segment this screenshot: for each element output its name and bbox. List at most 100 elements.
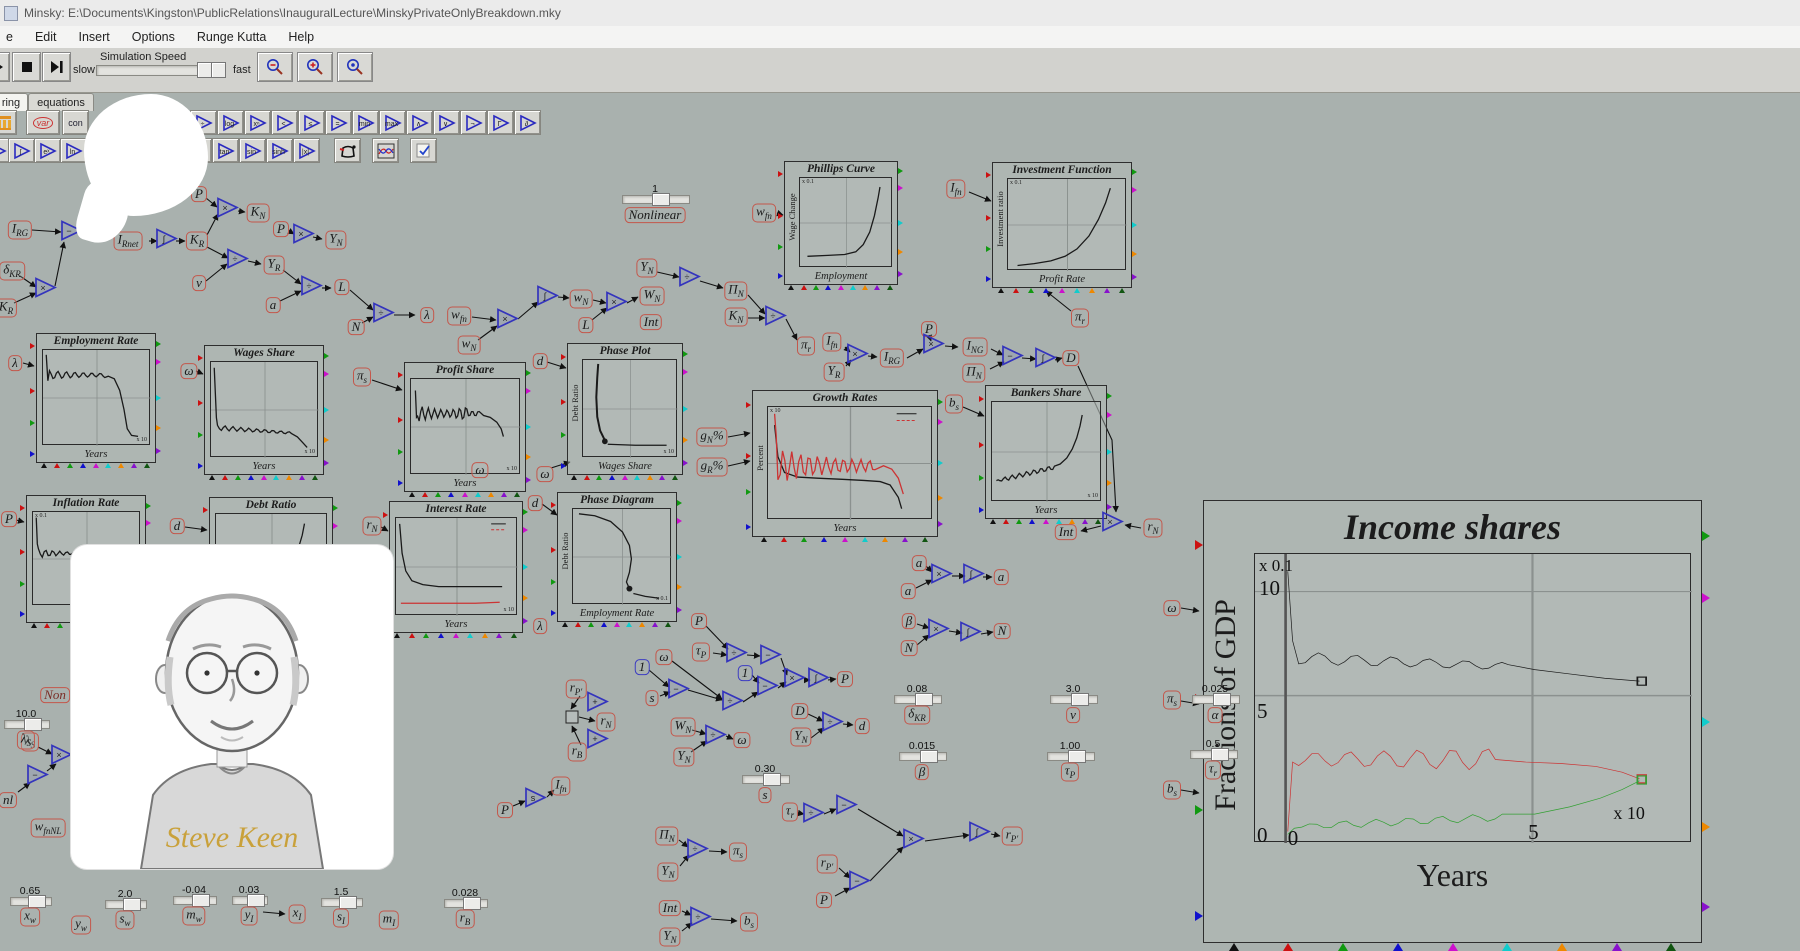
op-node-×[interactable]: × xyxy=(1101,511,1125,538)
op-node-÷[interactable]: ÷ xyxy=(686,838,710,865)
variable-node[interactable]: YN xyxy=(659,927,680,946)
variable-node[interactable]: xI xyxy=(289,904,306,923)
variable-node[interactable]: bs xyxy=(740,912,758,931)
op-button-log[interactable]: log xyxy=(217,110,244,135)
slider-variable-label[interactable]: rB xyxy=(456,909,475,928)
plot-phase-diagram[interactable]: Phase Diagramx 0.1Debt RatioEmployment R… xyxy=(557,492,677,622)
variable-node[interactable]: s xyxy=(645,690,658,706)
op-node-÷[interactable]: ÷ xyxy=(704,724,728,751)
variable-node[interactable]: πs xyxy=(353,367,371,386)
variable-node[interactable]: πr xyxy=(797,336,815,355)
stop-button[interactable] xyxy=(12,52,41,82)
slider-handle[interactable] xyxy=(339,896,357,909)
op-node-÷[interactable]: ÷ xyxy=(300,275,324,302)
op-button-≤[interactable]: ≤ xyxy=(298,110,325,135)
variable-node[interactable]: L xyxy=(334,279,349,295)
op-node-−[interactable]: − xyxy=(759,644,783,671)
slider-variable-label[interactable]: λS xyxy=(17,730,35,749)
op-node-×[interactable]: × xyxy=(496,308,520,335)
variable-node[interactable]: mI xyxy=(379,910,399,929)
variable-node[interactable]: P xyxy=(816,892,832,908)
constant-node[interactable]: 1 xyxy=(635,659,650,675)
variable-node[interactable]: KN xyxy=(725,307,748,326)
variable-node[interactable]: Int xyxy=(659,900,681,916)
variable-node[interactable]: δKR xyxy=(0,261,25,280)
slider-variable-label[interactable]: τr xyxy=(1205,760,1221,779)
variable-node[interactable]: P xyxy=(837,671,853,687)
variable-node[interactable]: YN xyxy=(325,230,346,249)
variable-node[interactable]: WN xyxy=(640,286,665,305)
variable-node[interactable]: d xyxy=(855,718,870,734)
variable-node[interactable]: πr xyxy=(1071,308,1089,327)
op-node-+[interactable]: + xyxy=(586,691,610,718)
variable-node[interactable]: τr xyxy=(782,802,798,821)
variable-node[interactable]: Int xyxy=(640,314,662,330)
variable-node[interactable]: L xyxy=(578,317,593,333)
variable-node[interactable]: Int xyxy=(1055,524,1077,540)
op-node-∫[interactable]: ∫ xyxy=(962,563,986,590)
variable-node[interactable]: ω xyxy=(655,649,672,665)
menu-item-e[interactable]: e xyxy=(6,30,13,44)
variable-node[interactable]: wN xyxy=(570,289,593,308)
op-node-−[interactable]: − xyxy=(667,678,691,705)
variable-node[interactable]: Non xyxy=(40,687,70,703)
slider-handle[interactable] xyxy=(763,773,781,786)
menu-item-help[interactable]: Help xyxy=(288,30,314,44)
op-node-×[interactable]: × xyxy=(216,197,240,224)
simulation-speed-handle[interactable] xyxy=(197,62,212,78)
op-node-−[interactable]: − xyxy=(835,794,859,821)
slider-handle[interactable] xyxy=(1068,750,1086,763)
variable-node[interactable]: YN xyxy=(790,727,811,746)
plot-phase-plot[interactable]: Phase Plotx 10Debt RatioWages Share xyxy=(567,343,683,475)
op-button-∧[interactable]: ∧ xyxy=(406,110,433,135)
variable-node[interactable]: wfnNL xyxy=(31,818,66,837)
op-button-<[interactable]: < xyxy=(271,110,298,135)
variable-node[interactable]: KR xyxy=(186,231,208,250)
variable-node[interactable]: nl xyxy=(0,792,17,808)
plot-employment-rate[interactable]: Employment Ratex 10Years xyxy=(36,333,156,463)
simulation-speed-handle2[interactable] xyxy=(211,62,226,78)
variable-node[interactable]: N xyxy=(348,319,365,335)
menu-item-edit[interactable]: Edit xyxy=(35,30,57,44)
variable-node[interactable]: v xyxy=(192,275,206,291)
slider-handle[interactable] xyxy=(247,894,265,907)
slider-variable-label[interactable]: mw xyxy=(182,906,205,925)
op-button-ln[interactable]: ln xyxy=(60,138,87,163)
variable-node[interactable]: Ifn xyxy=(551,776,570,795)
plot-bankers-share[interactable]: Bankers Sharex 10Years xyxy=(985,385,1107,519)
variable-node[interactable]: rP′ xyxy=(566,679,587,698)
op-button-max[interactable]: max xyxy=(379,110,406,135)
variable-node[interactable]: D xyxy=(791,703,808,719)
op-node-−[interactable]: − xyxy=(1001,345,1025,372)
op-node-÷[interactable]: ÷ xyxy=(821,711,845,738)
op-node-+[interactable]: + xyxy=(586,728,610,755)
op-node-∫[interactable]: ∫ xyxy=(959,621,983,648)
variable-node[interactable]: λ xyxy=(420,307,434,323)
menu-item-insert[interactable]: Insert xyxy=(79,30,110,44)
slider-handle[interactable] xyxy=(920,750,938,763)
variable-node[interactable]: WN xyxy=(671,717,696,736)
op-node-∫[interactable]: ∫ xyxy=(968,821,992,848)
play-button[interactable] xyxy=(0,52,10,82)
plot-investment-function[interactable]: Investment Functionx 0.1Investment ratio… xyxy=(992,162,1132,288)
op-button-Γ[interactable]: Γ xyxy=(487,110,514,135)
op-button-integrate[interactable]: ∫ xyxy=(8,138,35,163)
variable-node[interactable]: gR% xyxy=(697,457,728,476)
variable-node[interactable]: d xyxy=(528,495,543,511)
variable-node[interactable]: πs xyxy=(729,842,747,861)
variable-node[interactable]: λ xyxy=(8,355,22,371)
variable-node[interactable]: YN xyxy=(673,747,694,766)
variable-node[interactable]: P xyxy=(273,221,289,237)
op-button-∨[interactable]: ∨ xyxy=(433,110,460,135)
tab-equations[interactable]: equations xyxy=(28,93,94,111)
slider-variable-label[interactable]: β xyxy=(915,764,929,780)
slider-handle[interactable] xyxy=(915,693,933,706)
op-node-×[interactable]: × xyxy=(783,667,807,694)
variable-node[interactable]: YN xyxy=(657,862,678,881)
op-node-÷[interactable]: ÷ xyxy=(721,690,745,717)
zoom-out-button[interactable] xyxy=(257,52,293,82)
menu-item-options[interactable]: Options xyxy=(132,30,175,44)
plot-interest-rate[interactable]: Interest Ratex 10Years xyxy=(389,501,523,633)
variable-node[interactable]: d xyxy=(170,518,185,534)
op-node-×[interactable]: × xyxy=(292,223,316,250)
